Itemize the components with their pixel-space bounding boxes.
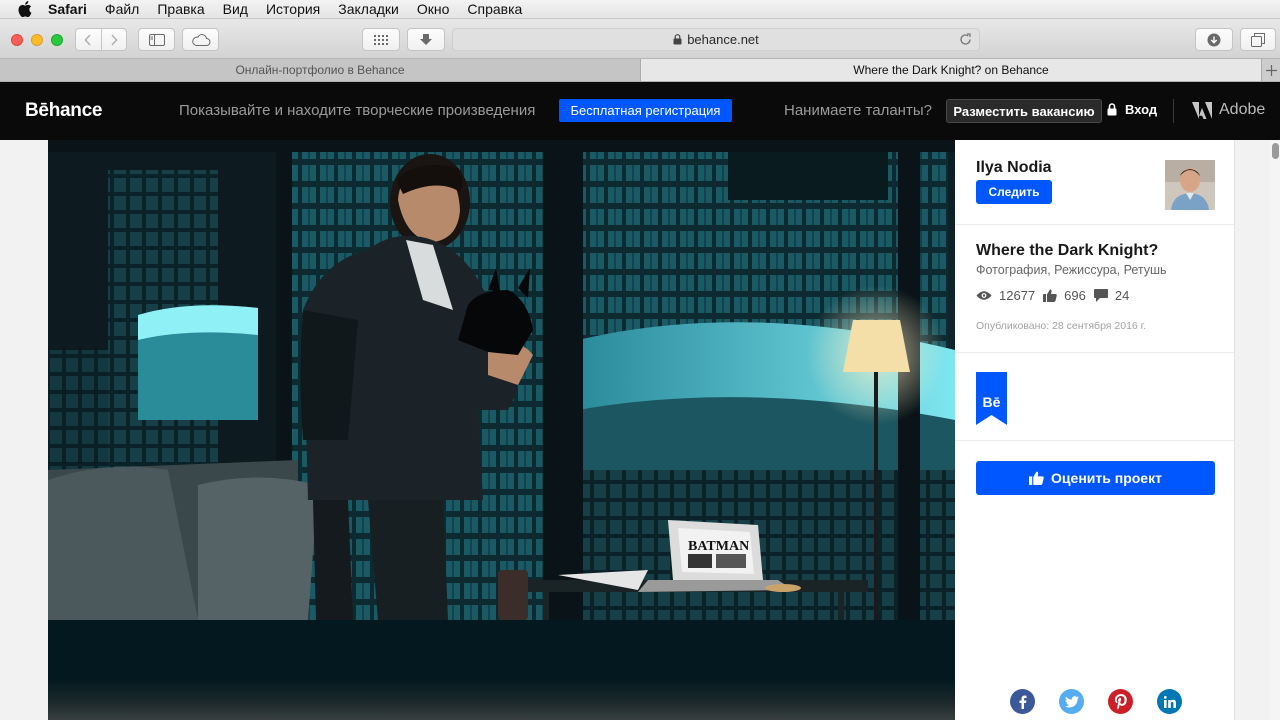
chevron-left-icon [84,33,92,46]
project-title: Where the Dark Knight? [976,242,1159,259]
tab-bar: Онлайн-портфолио в Behance Where the Dar… [0,59,1280,82]
downloads-button[interactable] [1195,28,1233,51]
tab-dark-knight[interactable]: Where the Dark Knight? on Behance [641,59,1261,81]
owner-name[interactable]: Ilya Nodia [976,159,1052,177]
grid-icon [374,34,388,45]
menu-history[interactable]: История [266,0,320,19]
menu-file[interactable]: Файл [105,0,139,19]
project-fields[interactable]: Фотография, Режиссура, Ретушь [976,263,1167,277]
header-divider [1173,99,1174,123]
address-bar[interactable]: behance.net [452,28,980,51]
show-all-tabs-button[interactable] [1240,28,1276,51]
sidebar-divider [955,352,1234,353]
appreciations-count: 696 [1064,288,1086,303]
share-buttons [1010,689,1206,714]
login-link[interactable]: Вход [1107,102,1157,117]
chevron-right-icon [111,33,118,46]
project-page: BATMAN Ilya Nodia Следить Where the Dark… [0,140,1280,720]
thumbs-up-icon [1029,471,1044,485]
close-window-button[interactable] [11,34,23,46]
pinterest-share-button[interactable] [1108,689,1133,714]
free-signup-button[interactable]: Бесплатная регистрация [559,99,732,122]
top-sites-button[interactable] [362,28,400,51]
url-text: behance.net [687,32,759,47]
follow-button[interactable]: Следить [976,180,1052,204]
menu-app-safari[interactable]: Safari [48,0,87,19]
eye-icon [976,290,992,301]
project-image-lower [48,620,955,720]
comment-icon [1093,289,1108,302]
apple-icon[interactable] [18,1,34,17]
new-tab-button[interactable] [1261,59,1280,81]
publish-date: Опубликовано: 28 сентября 2016 г. [976,320,1147,332]
thumbs-up-icon [1043,289,1057,302]
owner-avatar[interactable] [1165,160,1215,210]
newspaper-headline: BATMAN [688,539,749,554]
adobe-label: Adobe [1219,101,1266,118]
menu-bookmarks[interactable]: Закладки [338,0,399,19]
sidebar-divider [955,440,1234,441]
back-button[interactable] [76,29,101,50]
download-arrow-icon [420,33,432,45]
hire-talent-text: Нанимаете таланты? [784,102,932,119]
plus-icon [1265,64,1277,76]
menu-help[interactable]: Справка [467,0,522,19]
linkedin-share-button[interactable] [1157,689,1182,714]
reload-icon[interactable] [959,33,972,49]
badge-label: Bē [983,394,1001,410]
comments-count: 24 [1114,288,1130,303]
browser-toolbar: behance.net [0,19,1280,59]
sidebar-divider [955,224,1234,225]
behance-header: Bēhance Показывайте и находите творчески… [0,82,1280,140]
header-slogan: Показывайте и находите творческие произв… [179,102,536,119]
login-label: Вход [1125,102,1158,117]
lock-icon [673,34,682,45]
download-circle-icon [1207,33,1221,46]
behance-logo[interactable]: Bēhance [25,100,102,122]
facebook-share-button[interactable] [1010,689,1035,714]
fullscreen-window-button[interactable] [51,34,63,46]
adobe-link[interactable]: Adobe [1192,101,1265,119]
tabs-overview-icon [1251,32,1265,47]
menu-window[interactable]: Окно [417,0,450,19]
behance-featured-badge[interactable]: Bē [976,372,1007,430]
sidebar-toggle-button[interactable] [138,28,175,51]
scrollbar-thumb[interactable] [1272,143,1279,159]
project-stats: 12677 696 24 [976,288,1137,303]
twitter-share-button[interactable] [1059,689,1084,714]
menu-view[interactable]: Вид [223,0,248,19]
views-count: 12677 [999,288,1036,303]
icloud-tabs-button[interactable] [182,28,219,51]
lock-icon [1107,103,1117,116]
forward-button[interactable] [100,29,126,50]
facebook-icon [1019,695,1026,709]
project-sidebar: Ilya Nodia Следить Where the Dark Knight… [955,140,1235,720]
pinterest-icon [1114,694,1127,709]
cloud-icon [191,33,210,46]
twitter-icon [1064,695,1079,707]
appreciate-label: Оценить проект [1051,470,1162,486]
sidebar-icon [148,33,165,46]
appreciate-project-button[interactable]: Оценить проект [976,461,1215,495]
reading-list-button[interactable] [407,28,445,51]
project-image: BATMAN [48,140,955,620]
tab-portfolio[interactable]: Онлайн-портфолио в Behance [0,59,641,81]
page-scrollbar[interactable] [1270,140,1280,720]
post-job-button[interactable]: Разместить вакансию [946,99,1102,123]
minimize-window-button[interactable] [31,34,43,46]
macos-menu-bar: Safari Файл Правка Вид История Закладки … [0,0,1280,19]
linkedin-icon [1163,695,1176,708]
menu-edit[interactable]: Правка [157,0,204,19]
adobe-icon [1192,101,1212,119]
back-forward-buttons [75,28,127,51]
